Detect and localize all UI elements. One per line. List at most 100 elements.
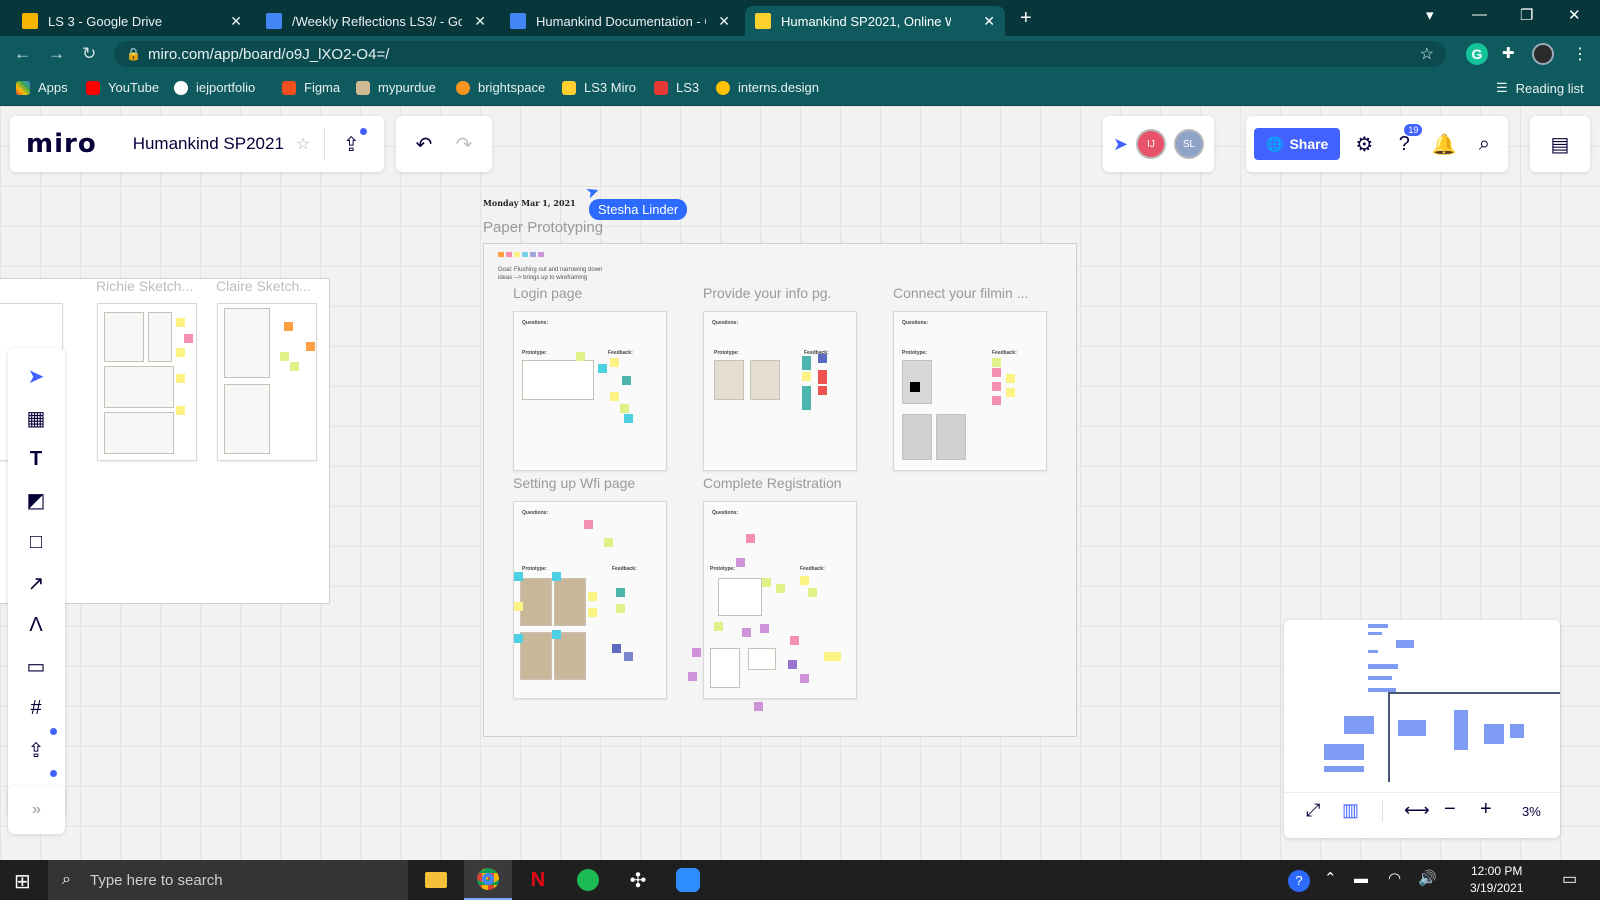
miro-logo[interactable]: miro: [26, 129, 97, 159]
pen-tool-icon[interactable]: Λ: [18, 609, 54, 641]
bookmark-brightspace[interactable]: brightspace: [456, 80, 545, 95]
sketch-card-richie[interactable]: [97, 303, 197, 461]
bookmark-figma[interactable]: Figma: [282, 80, 340, 95]
bookmark-interns-design[interactable]: interns.design: [716, 80, 819, 95]
subframe-title-login[interactable]: Login page: [513, 285, 582, 301]
help-icon[interactable]: ? 19: [1384, 124, 1424, 164]
redo-icon[interactable]: ↷: [444, 124, 484, 164]
comment-icon[interactable]: ▭: [18, 650, 54, 682]
browser-menu-icon[interactable]: ⋮: [1572, 44, 1588, 64]
bell-icon[interactable]: 🔔: [1424, 124, 1464, 164]
export-icon[interactable]: ⇪: [331, 124, 371, 164]
board-title[interactable]: Humankind SP2021: [133, 134, 284, 154]
viewport-indicator[interactable]: [1388, 692, 1560, 782]
settings-sliders-icon[interactable]: ⚙: [1344, 124, 1384, 164]
chrome-icon[interactable]: [464, 860, 512, 900]
bookmark-ls3[interactable]: LS3: [654, 80, 699, 95]
templates-icon[interactable]: ▦: [18, 402, 54, 434]
frame-title-paper-prototyping[interactable]: Paper Prototyping: [483, 219, 603, 236]
star-icon[interactable]: ☆: [296, 134, 310, 154]
avatar[interactable]: SL: [1174, 129, 1205, 159]
subframe-title-complete-registration[interactable]: Complete Registration: [703, 475, 842, 491]
bookmark-ls3-miro[interactable]: LS3 Miro: [562, 80, 636, 95]
tab-humankind-miro[interactable]: Humankind SP2021, Online Whit ✕: [745, 6, 1005, 36]
frame-title-claire[interactable]: Claire Sketch...: [216, 278, 311, 294]
zoom-app-icon[interactable]: [664, 860, 712, 900]
maximize-icon[interactable]: ❐: [1520, 6, 1533, 24]
new-tab-button[interactable]: +: [1020, 7, 1032, 30]
forward-icon[interactable]: →: [48, 44, 65, 64]
subframe-title-connect[interactable]: Connect your filmin ...: [893, 285, 1028, 301]
close-tab-icon[interactable]: ✕: [474, 13, 486, 30]
tab-google-drive[interactable]: LS 3 - Google Drive ✕: [12, 6, 252, 36]
select-tool-icon[interactable]: ➤: [18, 360, 54, 392]
tab-humankind-documentation[interactable]: Humankind Documentation - Go ✕: [500, 6, 740, 36]
tray-chevron-icon[interactable]: ⌃: [1324, 869, 1337, 887]
grammarly-extension-icon[interactable]: G: [1466, 43, 1488, 65]
fullscreen-icon[interactable]: ⤢: [1306, 800, 1320, 821]
slack-icon[interactable]: ✣: [614, 860, 662, 900]
subframe-title-wifi[interactable]: Setting up Wfi page: [513, 475, 635, 491]
window-close-icon[interactable]: ✕: [1568, 6, 1581, 24]
subframe-complete-registration[interactable]: Questions: Prototype: Feedback:: [688, 501, 857, 711]
netflix-icon[interactable]: N: [514, 860, 562, 900]
url-field[interactable]: 🔒 miro.com/app/board/o9J_lXO2-O4=/ ☆: [114, 41, 1446, 67]
share-button[interactable]: 🌐 Share: [1254, 128, 1341, 160]
follow-cursor-icon[interactable]: ➤: [1113, 134, 1128, 155]
close-tab-icon[interactable]: ✕: [983, 13, 995, 30]
bookmark-youtube[interactable]: YouTube: [86, 80, 159, 95]
notifications-icon[interactable]: ▭: [1562, 869, 1577, 889]
wifi-icon[interactable]: ◠: [1388, 869, 1401, 887]
subframe-wifi[interactable]: Questions: Prototype: Feedback:: [513, 501, 667, 699]
expand-panel-button[interactable]: »: [8, 786, 65, 834]
connection-line-icon[interactable]: ↗: [18, 567, 54, 599]
taskbar-clock[interactable]: 12:00 PM 3/19/2021: [1470, 863, 1523, 897]
minimize-icon[interactable]: —: [1472, 6, 1487, 23]
reading-list[interactable]: ☰ Reading list: [1496, 80, 1584, 96]
subframe-provide-info[interactable]: Questions: Prototype: Feedback:: [703, 311, 857, 471]
board-minimap[interactable]: ⤢ ▥ ⟷ − + 3%: [1284, 620, 1560, 838]
map-icon[interactable]: ▥: [1342, 800, 1359, 821]
text-tool-icon[interactable]: T: [18, 443, 54, 475]
spotify-icon[interactable]: [564, 860, 612, 900]
reload-icon[interactable]: ↻: [82, 44, 96, 64]
frame-title-richie[interactable]: Richie Sketch...: [96, 278, 193, 294]
subframe-login[interactable]: Questions: Prototype: Feedback:: [513, 311, 667, 471]
shape-tool-icon[interactable]: □: [18, 526, 54, 558]
zoom-level[interactable]: 3%: [1522, 804, 1541, 819]
help-tray-icon[interactable]: ?: [1288, 870, 1310, 892]
fit-to-screen-icon[interactable]: ⟷: [1404, 800, 1430, 821]
undo-icon[interactable]: ↶: [404, 124, 444, 164]
close-tab-icon[interactable]: ✕: [718, 13, 730, 30]
bookmark-apps[interactable]: Apps: [16, 80, 68, 95]
sticky-note-icon[interactable]: ◩: [18, 484, 54, 516]
zoom-in-icon[interactable]: +: [1480, 798, 1492, 821]
bookmark-mypurdue[interactable]: mypurdue: [356, 80, 436, 95]
paper-prototyping-frame[interactable]: Goal: Flushing out and narrowing down id…: [483, 243, 1077, 737]
search-icon[interactable]: ⌕: [1464, 124, 1504, 164]
date-label[interactable]: Monday Mar 1, 2021: [483, 198, 576, 208]
taskbar-search[interactable]: ⌕ Type here to search: [48, 860, 408, 900]
tab-weekly-reflections[interactable]: /Weekly Reflections LS3/ - Google ✕: [256, 6, 496, 36]
clock-time: 12:00 PM: [1471, 864, 1523, 878]
miro-board-canvas[interactable]: miro Humankind SP2021 ☆ ⇪ ↶ ↷ ➤ IJ SL 🌐 S…: [0, 106, 1600, 860]
battery-icon[interactable]: ▬: [1354, 870, 1368, 886]
subframe-connect[interactable]: Questions: Prototype: Feedback:: [893, 311, 1047, 471]
extensions-icon[interactable]: ✚: [1502, 44, 1515, 62]
zoom-out-icon[interactable]: −: [1444, 798, 1456, 821]
board-notes-icon[interactable]: ▤: [1540, 124, 1580, 164]
avatar[interactable]: IJ: [1136, 129, 1167, 159]
bookmark-iejportfolio[interactable]: iejportfolio: [174, 80, 255, 95]
volume-icon[interactable]: 🔊: [1418, 869, 1437, 887]
subframe-title-provide-info[interactable]: Provide your info pg.: [703, 285, 831, 301]
upload-icon[interactable]: ⇪: [18, 734, 54, 766]
bookmark-star-icon[interactable]: ☆: [1420, 44, 1434, 64]
tab-search-icon[interactable]: ▾: [1426, 6, 1434, 24]
frame-tool-icon[interactable]: #: [18, 692, 54, 724]
windows-start-icon[interactable]: ⊞: [14, 869, 31, 894]
file-explorer-icon[interactable]: [412, 860, 460, 900]
sketch-card-claire[interactable]: [217, 303, 317, 461]
profile-avatar[interactable]: [1532, 43, 1554, 65]
close-tab-icon[interactable]: ✕: [230, 13, 242, 30]
back-icon[interactable]: ←: [14, 44, 31, 64]
